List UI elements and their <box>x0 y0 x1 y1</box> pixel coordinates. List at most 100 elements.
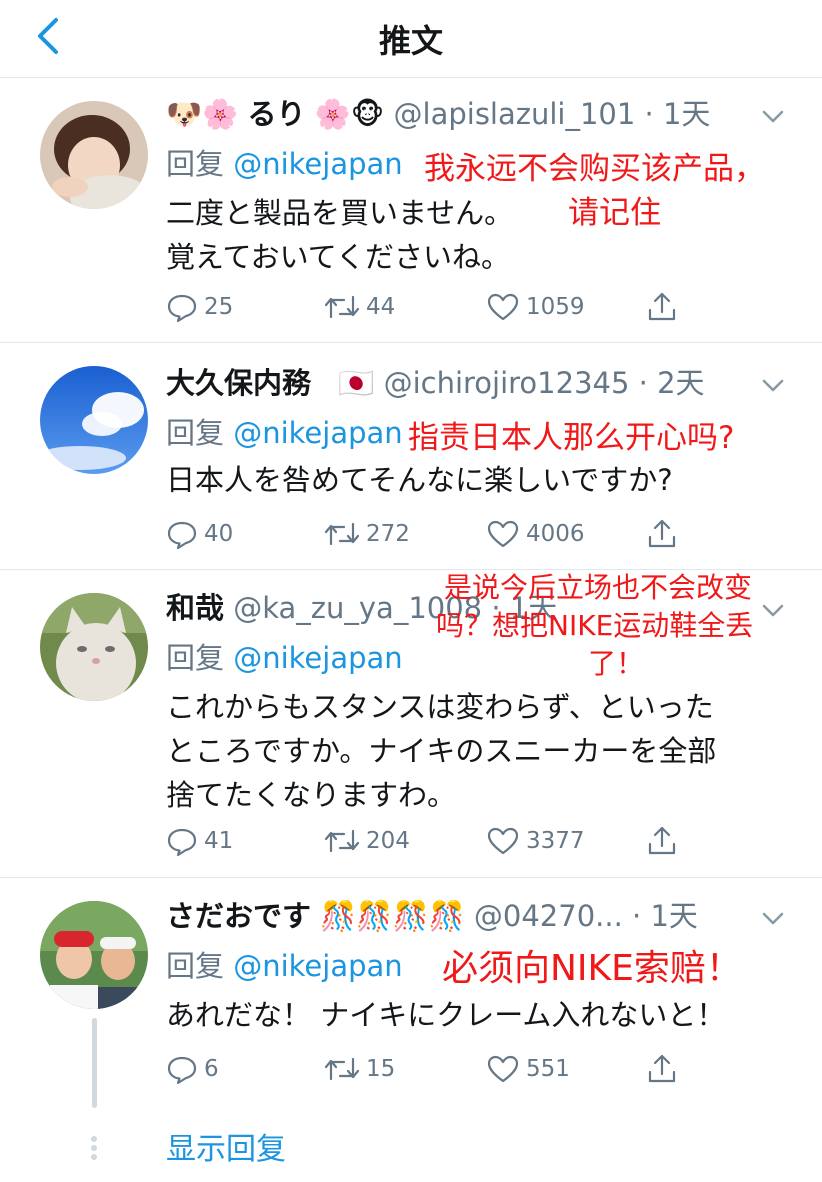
reply-context: 回复 @nikejapan <box>166 410 403 452</box>
display-name[interactable]: るり <box>247 97 305 131</box>
emoji-prefix: 🐶🌸 <box>166 97 239 131</box>
thread-dot <box>91 1136 97 1142</box>
share-icon <box>648 826 676 855</box>
thread-dot <box>91 1154 97 1160</box>
heart-icon <box>487 293 519 321</box>
like-count: 3377 <box>526 828 585 854</box>
mention-link[interactable]: @nikejapan <box>233 641 402 675</box>
reply-icon <box>167 294 197 323</box>
retweet-count: 44 <box>366 294 396 320</box>
action-bar: 40 272 4006 <box>166 514 706 554</box>
reply-button[interactable]: 41 <box>166 821 233 861</box>
annotation: 指责日本人那么开心吗? <box>408 420 735 456</box>
like-count: 4006 <box>526 521 585 547</box>
annotation-line-2: 请记住 <box>568 195 661 231</box>
retweet-count: 204 <box>366 828 410 854</box>
retweet-icon <box>324 1057 360 1081</box>
retweet-icon <box>324 829 360 853</box>
tweet-2[interactable]: 大久保内務 🇯🇵 @ichirojiro12345 · 2天 回复 @nikej… <box>0 344 822 570</box>
top-bar: 推文 <box>0 0 822 78</box>
tweet-1[interactable]: 🐶🌸 るり 🌸🐵 @lapislazuli_101 · 1天 回复 @nikej… <box>0 79 822 343</box>
more-options-button[interactable] <box>758 595 788 625</box>
display-name[interactable]: さだおです <box>166 899 311 933</box>
retweet-count: 15 <box>366 1056 396 1082</box>
tweet-3[interactable]: 和哉 @ka_zu_ya_1008 · 1天 回复 @nikejapan これか… <box>0 571 822 878</box>
display-name[interactable]: 大久保内務 <box>166 366 311 400</box>
share-button[interactable] <box>646 514 678 554</box>
annotation: 我永远不会购买该产品， <box>424 151 765 187</box>
chevron-down-icon <box>762 379 784 392</box>
show-replies-link[interactable]: 显示回复 <box>166 1124 286 1168</box>
reply-button[interactable]: 6 <box>166 1049 219 1089</box>
retweet-button[interactable]: 204 <box>324 821 410 861</box>
retweet-button[interactable]: 272 <box>324 514 410 554</box>
tweet-text: これからもスタンスは変わらず、といった ところですか。ナイキのスニーカーを全部 … <box>166 690 717 812</box>
thread-connector <box>92 1018 97 1108</box>
handle-and-time: @04270... · 1天 <box>473 899 698 933</box>
more-options-button[interactable] <box>758 370 788 400</box>
avatar[interactable] <box>40 593 148 701</box>
action-bar: 41 204 3377 <box>166 821 706 861</box>
mention-link[interactable]: @nikejapan <box>233 416 402 450</box>
share-button[interactable] <box>646 1049 678 1089</box>
tweet-text: あれだな！ ナイキにクレーム入れないと！ <box>166 998 726 1032</box>
emoji-suffix: 🇯🇵 <box>338 366 375 400</box>
annotation-line-2: 吗？想把NIKE运动鞋全丢 <box>436 609 754 642</box>
retweet-icon <box>324 522 360 546</box>
reply-count: 41 <box>204 828 234 854</box>
action-bar: 6 15 551 <box>166 1049 706 1089</box>
tweet-text: 日本人を咎めてそんなに楽しいですか? <box>166 463 673 497</box>
reply-count: 25 <box>204 294 234 320</box>
heart-icon <box>487 827 519 855</box>
reply-prefix: 回复 <box>166 949 234 983</box>
chevron-down-icon <box>762 604 784 617</box>
emoji-suffix: 🌸🐵 <box>314 97 385 131</box>
reply-count: 6 <box>204 1056 219 1082</box>
reply-icon <box>167 1056 197 1085</box>
chevron-down-icon <box>762 110 784 123</box>
tweet-4[interactable]: さだおです 🎊🎊🎊🎊 @04270... · 1天 回复 @nikejapan … <box>0 879 822 1109</box>
like-button[interactable]: 4006 <box>486 514 585 554</box>
avatar[interactable] <box>40 366 148 474</box>
like-button[interactable]: 551 <box>486 1049 570 1089</box>
more-options-button[interactable] <box>758 101 788 131</box>
retweet-count: 272 <box>366 521 410 547</box>
reply-context: 回复 @nikejapan <box>166 635 403 677</box>
retweet-button[interactable]: 15 <box>324 1049 395 1089</box>
share-icon <box>648 1054 676 1083</box>
annotation: 必须向NIKE索赔！ <box>442 948 742 989</box>
like-count: 1059 <box>526 294 585 320</box>
share-button[interactable] <box>646 287 678 327</box>
avatar[interactable] <box>40 101 148 209</box>
action-bar: 25 44 1059 <box>166 287 706 327</box>
reply-icon <box>167 521 197 550</box>
avatar[interactable] <box>40 901 148 1009</box>
handle-and-time: @lapislazuli_101 · 1天 <box>393 97 711 131</box>
reply-button[interactable]: 25 <box>166 287 233 327</box>
display-name[interactable]: 和哉 <box>166 591 224 625</box>
reply-context: 回复 @nikejapan <box>166 141 403 183</box>
reply-prefix: 回复 <box>166 641 234 675</box>
reply-icon <box>167 828 197 857</box>
reply-button[interactable]: 40 <box>166 514 233 554</box>
retweet-icon <box>324 295 360 319</box>
share-button[interactable] <box>646 821 678 861</box>
mention-link[interactable]: @nikejapan <box>233 949 402 983</box>
page-title: 推文 <box>378 22 443 60</box>
author-line: さだおです 🎊🎊🎊🎊 @04270... · 1天 <box>166 891 762 941</box>
reply-prefix: 回复 <box>166 147 234 181</box>
emoji-suffix: 🎊🎊🎊🎊 <box>320 899 465 933</box>
handle-and-time: @ichirojiro12345 · 2天 <box>383 366 705 400</box>
annotation: 是说今后立场也不会改变 <box>444 571 753 604</box>
heart-icon <box>487 1055 519 1083</box>
share-icon <box>648 519 676 548</box>
reply-prefix: 回复 <box>166 416 234 450</box>
author-line: 大久保内務 🇯🇵 @ichirojiro12345 · 2天 <box>166 358 762 408</box>
like-button[interactable]: 1059 <box>486 287 585 327</box>
retweet-button[interactable]: 44 <box>324 287 395 327</box>
more-options-button[interactable] <box>758 903 788 933</box>
like-button[interactable]: 3377 <box>486 821 585 861</box>
author-line: 🐶🌸 るり 🌸🐵 @lapislazuli_101 · 1天 <box>166 89 762 139</box>
mention-link[interactable]: @nikejapan <box>233 147 402 181</box>
share-icon <box>648 292 676 321</box>
